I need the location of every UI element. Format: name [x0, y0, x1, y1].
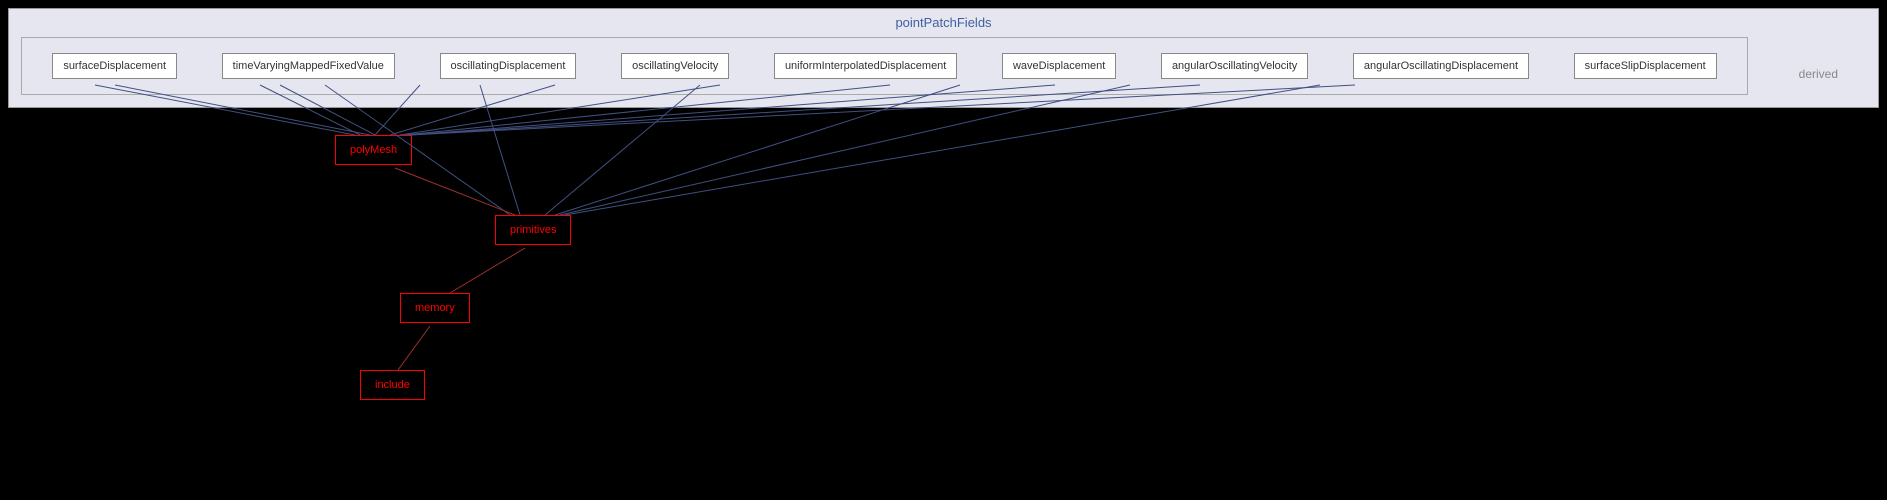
node-oscillatingVelocity[interactable]: oscillatingVelocity — [621, 53, 729, 79]
node-uniformInterpolatedDisplacement[interactable]: uniformInterpolatedDisplacement — [774, 53, 957, 79]
node-memory[interactable]: memory — [400, 293, 470, 323]
node-waveDisplacement[interactable]: waveDisplacement — [1002, 53, 1116, 79]
node-angularOscillatingDisplacement[interactable]: angularOscillatingDisplacement — [1353, 53, 1529, 79]
node-surfaceDisplacement[interactable]: surfaceDisplacement — [52, 53, 177, 79]
group-label: derived — [1799, 67, 1838, 81]
node-surfaceSlipDisplacement[interactable]: surfaceSlipDisplacement — [1574, 53, 1717, 79]
diagram-title: pointPatchFields — [9, 9, 1878, 30]
nodes-group: surfaceDisplacement timeVaryingMappedFix… — [21, 37, 1748, 95]
node-polyMesh[interactable]: polyMesh — [335, 135, 412, 165]
node-include[interactable]: include — [360, 370, 425, 400]
node-oscillatingDisplacement[interactable]: oscillatingDisplacement — [440, 53, 577, 79]
node-timeVaryingMappedFixedValue[interactable]: timeVaryingMappedFixedValue — [222, 53, 395, 79]
node-angularOscillatingVelocity[interactable]: angularOscillatingVelocity — [1161, 53, 1308, 79]
node-primitives[interactable]: primitives — [495, 215, 571, 245]
